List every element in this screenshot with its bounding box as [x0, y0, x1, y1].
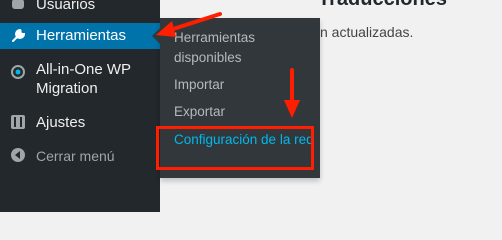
sidebar-item-label: All-in-One WP Migration: [36, 61, 131, 97]
sidebar-item-usuarios[interactable]: Usuarios: [0, 0, 160, 18]
sidebar-item-all-in-one-wp-migration[interactable]: All-in-One WP Migration: [0, 58, 160, 100]
sidebar-item-label: Herramientas: [36, 27, 127, 44]
sidebar-item-ajustes[interactable]: Ajustes: [0, 110, 160, 136]
users-icon: [12, 0, 24, 9]
sidebar-item-label: Ajustes: [36, 114, 86, 131]
sidebar-item-herramientas[interactable]: Herramientas: [0, 23, 160, 49]
migration-icon: [11, 65, 25, 79]
sliders-icon: [11, 115, 25, 129]
wrench-icon: [12, 28, 26, 42]
submenu-item-importar[interactable]: Importar: [174, 75, 314, 95]
collapse-menu-button[interactable]: Cerrar menú: [0, 143, 160, 169]
submenu-item-exportar[interactable]: Exportar: [174, 102, 314, 122]
collapse-icon: [11, 148, 25, 162]
admin-sidebar: Usuarios Herramientas All-in-One WP Migr…: [0, 0, 160, 212]
status-text: n actualizadas.: [320, 24, 414, 40]
sidebar-item-label: Usuarios: [36, 0, 96, 13]
sidebar-item-label: Cerrar menú: [36, 148, 115, 164]
page-title: Traducciones: [318, 0, 447, 11]
annotation-highlight-box: [156, 126, 314, 170]
submenu-item-herramientas-disponibles[interactable]: Herramientas disponibles: [174, 28, 314, 68]
